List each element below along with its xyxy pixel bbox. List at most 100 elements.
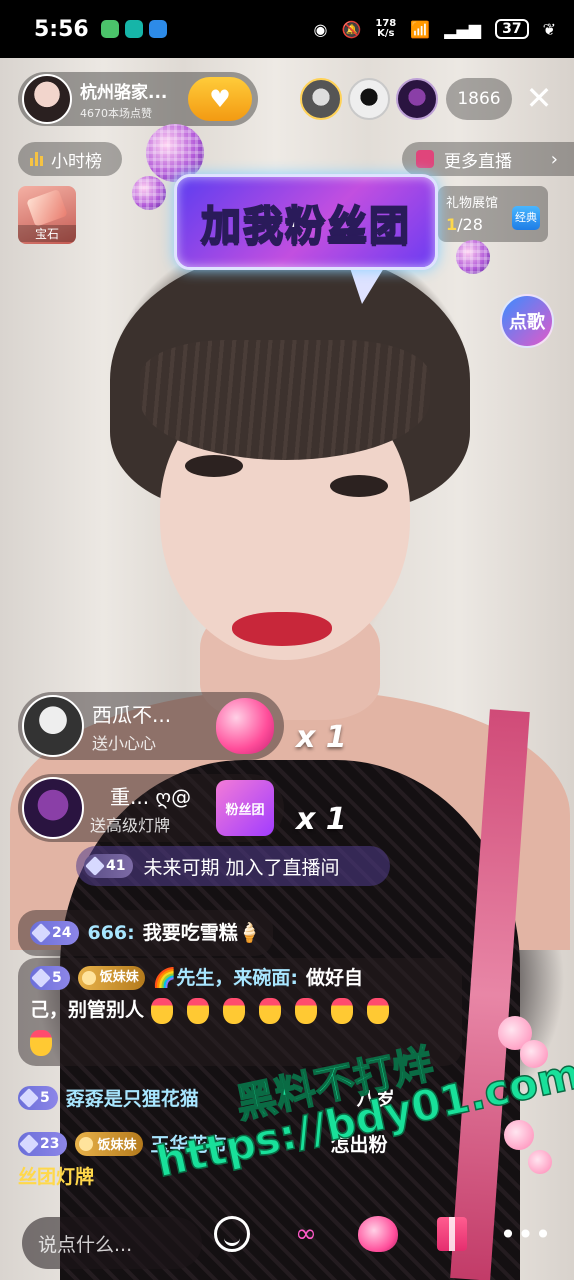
video-eye-right: [330, 475, 388, 497]
diamond-icon: [31, 968, 51, 988]
fan-heart-icon: [79, 1136, 94, 1151]
eye-icon: ◉: [313, 19, 328, 39]
gift-effect-icon: [528, 1150, 552, 1174]
level-number: 5: [52, 970, 62, 986]
song-request-label: 点歌: [509, 312, 545, 333]
gift-sender-avatar[interactable]: [22, 695, 84, 757]
enter-notice-text: 未来可期 加入了直播间: [143, 856, 340, 879]
follow-heart-button[interactable]: ♥: [188, 77, 252, 121]
host-info[interactable]: 杭州骆家... 4670本场点赞 ♥: [18, 72, 258, 126]
diamond-icon: [19, 1087, 39, 1108]
join-fan-club-sticker[interactable]: 加我粉丝团: [174, 174, 438, 270]
top-viewers: [300, 78, 438, 120]
gem-icon: [26, 189, 68, 227]
hourly-rank-label: 小时榜: [51, 151, 102, 172]
close-button[interactable]: ✕: [522, 82, 556, 116]
signal-icon: ▂▄▆: [444, 19, 482, 39]
host-name: 杭州骆家...: [80, 82, 168, 103]
live-thumb-icon: [416, 150, 434, 168]
gem-label: 宝石: [18, 225, 76, 242]
comment-placeholder: 说点什么...: [38, 1233, 133, 1256]
fan-heart-icon: [81, 971, 96, 985]
chat-message[interactable]: 24 666: 我要吃雪糕🍦: [18, 910, 274, 956]
gift-banner[interactable]: 西瓜不... 送小心心: [18, 692, 284, 760]
chat-nick[interactable]: 666:: [87, 916, 134, 950]
level-badge: 41: [84, 854, 134, 878]
gift-effect-icon: [520, 1040, 548, 1068]
close-icon: ✕: [525, 79, 553, 117]
diamond-icon: [31, 923, 51, 943]
more-button[interactable]: •••: [500, 1212, 552, 1256]
smile-icon: [214, 1216, 250, 1252]
more-dots-icon: •••: [499, 1217, 553, 1251]
leaf-icon: ❦: [542, 19, 556, 39]
chat-text: 做好自: [306, 967, 364, 989]
chat-text: 己，别管别人: [30, 999, 145, 1021]
fan-club-tag: 饭妹妹: [75, 1131, 143, 1156]
finger-heart-emoji: [30, 1029, 52, 1056]
more-live-button[interactable]: 更多直播 ›: [402, 142, 574, 176]
gift-hall[interactable]: 礼物展馆 1/28 经典: [438, 186, 548, 242]
heart-icon: [358, 1216, 398, 1252]
disco-ball-icon: [132, 176, 166, 210]
viewer-avatar[interactable]: [348, 78, 390, 120]
finger-heart-emoji: [222, 997, 245, 1024]
gift-banner[interactable]: 重... ღ@ 送高级灯牌 粉丝团: [18, 774, 284, 842]
status-time: 5:56: [34, 16, 89, 42]
host-likes: 4670本场点赞: [80, 106, 152, 120]
level-badge: 5: [18, 1085, 58, 1110]
level-badge: 24: [30, 921, 80, 945]
heart-gift-icon: [216, 698, 274, 754]
level-number: 24: [52, 925, 72, 941]
chat-text: 我要吃雪糕🍦: [142, 922, 262, 944]
hourly-rank-button[interactable]: 小时榜: [18, 142, 122, 176]
link-mic-button[interactable]: ∞: [284, 1212, 328, 1256]
disco-ball-icon: [456, 240, 490, 274]
finger-heart-emoji: [258, 997, 281, 1024]
fan-club-name: 饭妹妹: [97, 1138, 137, 1153]
chevron-right-icon: ›: [550, 148, 558, 170]
enter-notice: 41 未来可期 加入了直播间: [76, 846, 390, 886]
more-live-label: 更多直播: [444, 151, 512, 172]
network-speed-unit: K/s: [377, 28, 395, 39]
mute-bell-icon: 🔕: [341, 19, 362, 39]
finger-heart-emoji: [330, 997, 353, 1024]
finger-heart-emoji: [294, 997, 317, 1024]
finger-heart-emoji: [186, 997, 209, 1024]
gift-hall-current: 1: [446, 215, 458, 234]
gift-effect-icon: [504, 1120, 534, 1150]
emoji-button[interactable]: [210, 1212, 254, 1256]
gift-sender-name: 重... ღ@: [110, 784, 192, 809]
level-number: 41: [106, 858, 126, 874]
link-icon: ∞: [295, 1219, 317, 1249]
status-bar: 5:56 ◉ 🔕 178 K/s 📶 ▂▄▆ 37 ❦: [0, 0, 574, 58]
finger-heart-emoji: [150, 997, 173, 1024]
chat-nick[interactable]: 🌈先生，来碗面:: [153, 962, 298, 994]
gift-sender-avatar[interactable]: [22, 777, 84, 839]
fan-light-gift-icon: 粉丝团: [216, 780, 274, 836]
bar-chart-icon: [30, 152, 43, 166]
viewer-count[interactable]: 1866: [446, 78, 512, 120]
gift-button[interactable]: [430, 1212, 474, 1256]
viewer-avatar[interactable]: [396, 78, 438, 120]
fan-club-tag: 饭妹妹: [77, 966, 145, 990]
video-bangs: [140, 340, 430, 460]
app-notification-icon: [148, 20, 167, 38]
level-badge: 23: [18, 1131, 68, 1156]
gift-hall-total: /28: [457, 215, 483, 234]
song-request-button[interactable]: 点歌: [500, 294, 554, 348]
chat-message: 丝团灯牌: [18, 1162, 94, 1189]
comment-input[interactable]: 说点什么...: [22, 1217, 202, 1269]
diamond-icon: [19, 1133, 39, 1154]
network-speed: 178 K/s: [375, 19, 396, 39]
gift-multiplier: x 1: [296, 720, 347, 755]
gift-sender-name: 西瓜不...: [92, 702, 172, 727]
host-avatar[interactable]: [22, 74, 72, 124]
finger-heart-emoji: [366, 997, 389, 1024]
gift-box-icon: [437, 1217, 467, 1251]
gem-box[interactable]: 宝石: [18, 186, 76, 244]
heart-gift-button[interactable]: [356, 1212, 400, 1256]
battery-indicator: 37: [495, 19, 529, 39]
sticker-tail: [350, 268, 384, 304]
viewer-avatar[interactable]: [300, 78, 342, 120]
